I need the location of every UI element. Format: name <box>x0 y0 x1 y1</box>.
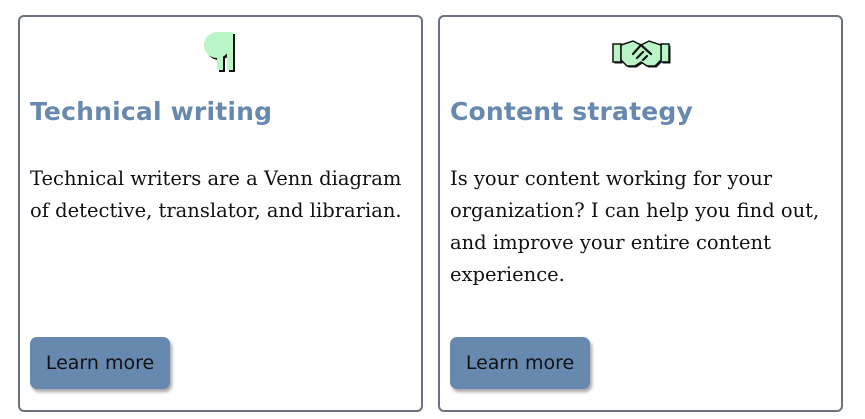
learn-more-button[interactable]: Learn more <box>450 337 590 389</box>
card-description: Technical writers are a Venn diagram of … <box>30 167 402 222</box>
card-title: Content strategy <box>450 97 694 126</box>
card-content-strategy: Content strategy Is your content working… <box>438 15 843 412</box>
card-description: Is your content working for your organiz… <box>450 167 820 286</box>
service-cards: Technical writing Technical writers are … <box>0 0 865 419</box>
handshake-icon <box>440 29 841 75</box>
card-technical-writing: Technical writing Technical writers are … <box>18 15 423 412</box>
learn-more-button[interactable]: Learn more <box>30 337 170 389</box>
pilcrow-icon <box>20 29 421 75</box>
card-title: Technical writing <box>30 97 273 126</box>
